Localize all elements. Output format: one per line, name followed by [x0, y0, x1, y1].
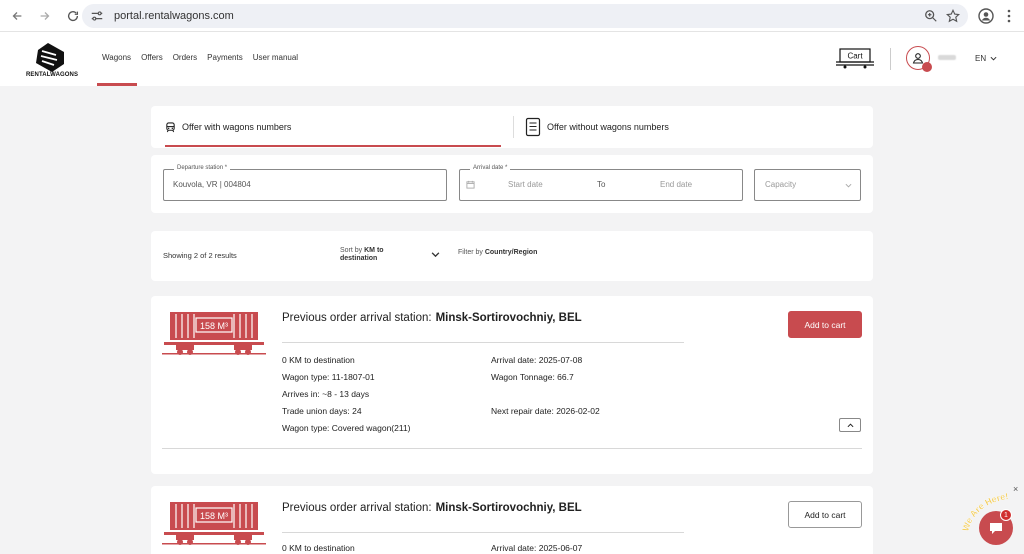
main-nav: Wagons Offers Orders Payments User manua…	[102, 53, 308, 62]
divider	[282, 532, 684, 533]
sort-prefix: Sort by	[340, 247, 365, 254]
previous-arrival-label: Previous order arrival station:	[282, 312, 432, 324]
nav-user-manual[interactable]: User manual	[253, 53, 298, 62]
active-nav-indicator	[97, 83, 137, 86]
arrival-date-label: Arrival date *	[470, 165, 511, 171]
reload-icon[interactable]	[62, 5, 84, 27]
departure-station-value[interactable]: Kouvola, VR | 004804	[173, 180, 251, 189]
chat-unread-badge: 1	[1000, 509, 1012, 521]
document-icon	[525, 117, 541, 137]
sort-dropdown[interactable]: Sort by KM to destination	[340, 247, 420, 263]
user-icon	[912, 53, 924, 64]
language-label: EN	[975, 54, 987, 63]
chevron-down-icon	[990, 56, 997, 61]
user-avatar[interactable]	[906, 46, 932, 72]
bookmark-star-icon[interactable]	[946, 9, 960, 23]
cart-icon[interactable]: Cart	[834, 47, 876, 69]
logo-text: RENTALWAGONS	[26, 72, 79, 78]
language-selector[interactable]: EN	[975, 54, 997, 63]
chevron-up-icon	[847, 422, 853, 427]
zoom-icon[interactable]	[924, 9, 938, 23]
tab-label: Offer without wagons numbers	[547, 122, 669, 132]
wagon-type: Wagon type: Covered wagon(211)	[282, 423, 411, 433]
previous-arrival-station-value: Minsk-Sortirovochniy, BEL	[435, 312, 582, 324]
chat-bubble-icon	[990, 523, 1002, 534]
tab-divider	[513, 116, 514, 138]
arrival-date: Arrival date: 2025-07-08	[491, 355, 583, 365]
user-name-blurred	[938, 55, 956, 60]
add-to-cart-button[interactable]: Add to cart	[788, 501, 862, 528]
arrival-date-field[interactable]: Arrival date * Start date To End date	[459, 165, 743, 201]
avatar-status-badge	[922, 62, 932, 72]
tab-label: Offer with wagons numbers	[182, 122, 292, 132]
address-bar[interactable]: portal.rentalwagons.com	[82, 4, 968, 28]
add-to-cart-button[interactable]: Add to cart	[788, 311, 862, 338]
browser-menu-icon[interactable]	[1002, 8, 1016, 24]
end-date-input[interactable]: End date	[660, 180, 692, 189]
chevron-down-icon	[845, 183, 852, 188]
start-date-input[interactable]: Start date	[508, 180, 543, 189]
collapse-details-button[interactable]	[839, 418, 861, 432]
browser-profile-icon[interactable]	[978, 8, 994, 24]
chevron-down-icon[interactable]	[431, 250, 440, 259]
previous-arrival-station: Previous order arrival station: Minsk-Sor…	[282, 312, 582, 324]
km-to-destination: 0 KM to destination	[282, 543, 355, 553]
capacity-select[interactable]: Capacity	[754, 169, 861, 201]
arrival-date: Arrival date: 2025-06-07	[491, 543, 583, 553]
departure-station-field[interactable]: Departure station * Kouvola, VR | 004804	[163, 165, 447, 201]
active-tab-indicator	[165, 145, 501, 147]
km-to-destination: 0 KM to destination	[282, 355, 355, 365]
wagon-type-code: Wagon type: 11-1807-01	[282, 372, 375, 382]
arrives-in: Arrives in: ~8 - 13 days	[282, 389, 370, 399]
departure-station-label: Departure station *	[174, 165, 231, 171]
nav-payments[interactable]: Payments	[207, 53, 243, 62]
previous-arrival-station: Previous order arrival station: Minsk-Sor…	[282, 502, 582, 514]
previous-arrival-station-value: Minsk-Sortirovochniy, BEL	[435, 502, 582, 514]
calendar-icon[interactable]	[466, 180, 475, 189]
header-divider	[890, 48, 891, 70]
url-text[interactable]: portal.rentalwagons.com	[114, 10, 234, 22]
wagon-capacity-label: 158 M³	[200, 511, 228, 521]
site-header: RENTALWAGONS Wagons Offers Orders Paymen…	[0, 32, 1024, 86]
train-icon	[166, 121, 175, 132]
results-count: Showing 2 of 2 results	[163, 251, 237, 260]
wagon-tonnage: Wagon Tonnage: 66.7	[491, 372, 574, 382]
filter-prefix: Filter by	[458, 249, 485, 256]
nav-offers[interactable]: Offers	[141, 53, 163, 62]
trade-union-days: Trade union days: 24	[282, 406, 362, 416]
back-arrow-icon[interactable]	[6, 5, 28, 27]
nav-wagons[interactable]: Wagons	[102, 53, 131, 62]
offer-tabs: Offer with wagons numbers Offer without …	[151, 106, 873, 148]
wagon-result-card: 158 M³ Previous order arrival station: Mi…	[151, 486, 873, 554]
date-range-to-label: To	[597, 180, 606, 189]
tab-offer-with-numbers[interactable]: Offer with wagons numbers	[165, 106, 291, 148]
forward-arrow-icon[interactable]	[34, 5, 56, 27]
capacity-placeholder: Capacity	[765, 180, 797, 189]
filter-value: Country/Region	[484, 249, 538, 256]
filter-country-region[interactable]: Filter by Country/Region	[458, 249, 537, 256]
divider	[162, 448, 862, 449]
search-form: Departure station * Kouvola, VR | 004804…	[151, 155, 873, 213]
cart-label: Cart	[847, 52, 863, 61]
next-repair-date: Next repair date: 2026-02-02	[491, 406, 600, 416]
site-settings-icon[interactable]	[90, 9, 104, 23]
wagon-capacity-label: 158 M³	[200, 321, 228, 331]
divider	[282, 342, 684, 343]
results-filter-bar: Showing 2 of 2 results Sort by KM to des…	[151, 231, 873, 281]
previous-arrival-label: Previous order arrival station:	[282, 502, 432, 514]
wagon-illustration-icon: 158 M³	[162, 312, 266, 355]
wagon-illustration-icon: 158 M³	[162, 502, 266, 545]
wagon-result-card: 158 M³ Previous order arrival station: Mi…	[151, 296, 873, 474]
nav-orders[interactable]: Orders	[173, 53, 197, 62]
browser-toolbar: portal.rentalwagons.com	[0, 0, 1024, 32]
tab-offer-without-numbers[interactable]: Offer without wagons numbers	[525, 106, 669, 148]
